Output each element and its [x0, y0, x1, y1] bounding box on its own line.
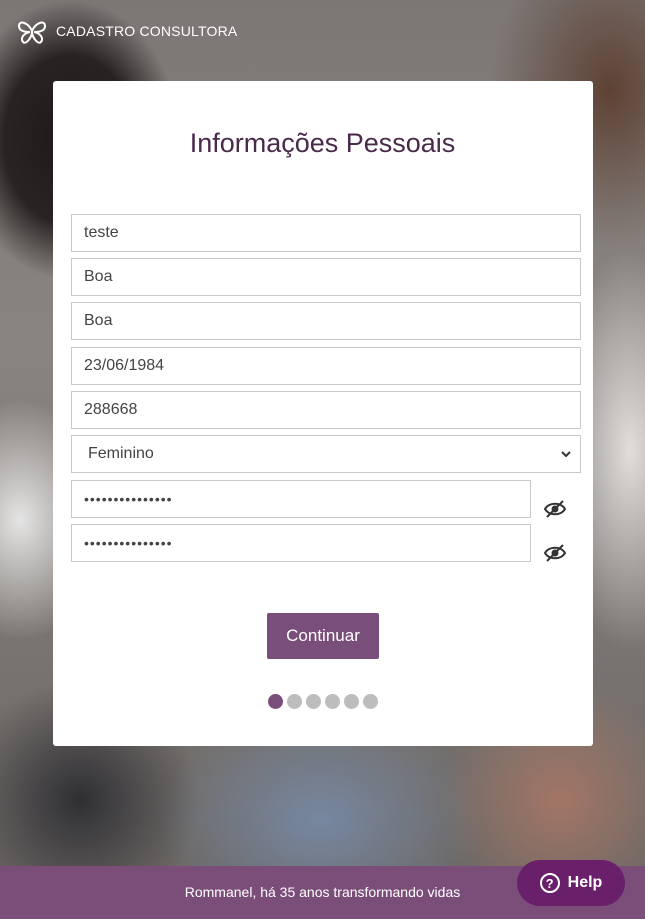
password-input[interactable]: ••••••••••••••• [71, 480, 531, 518]
last-name-input[interactable]: Boa [71, 302, 581, 340]
middle-name-input[interactable]: Boa [71, 258, 581, 296]
step-dot [306, 694, 321, 709]
help-button[interactable]: ? Help [517, 860, 625, 906]
question-icon: ? [539, 873, 560, 893]
password-confirm-value: ••••••••••••••• [84, 535, 173, 551]
step-dot [268, 694, 283, 709]
password-confirm-input[interactable]: ••••••••••••••• [71, 524, 531, 562]
birthdate-value: 23/06/1984 [84, 357, 165, 374]
brand-title: CADASTRO CONSULTORA [56, 23, 238, 39]
eye-slash-icon[interactable] [543, 543, 567, 563]
eye-slash-icon[interactable] [543, 499, 567, 519]
step-dot [287, 694, 302, 709]
step-dot [325, 694, 340, 709]
butterfly-logo-icon [17, 21, 47, 44]
gender-selected-value: Feminino [88, 445, 154, 462]
birthdate-input[interactable]: 23/06/1984 [71, 347, 581, 385]
chevron-down-icon [561, 451, 571, 458]
id-number-value: 288668 [84, 401, 138, 418]
step-indicator [268, 694, 378, 709]
gender-select[interactable]: Feminino [71, 435, 581, 473]
help-label: Help [567, 874, 603, 891]
page-title: Informações Pessoais [189, 128, 456, 158]
password-value: ••••••••••••••• [84, 491, 173, 507]
first-name-input[interactable]: teste [71, 214, 581, 252]
id-number-input[interactable]: 288668 [71, 391, 581, 429]
middle-name-value: Boa [84, 268, 113, 285]
continue-button[interactable]: Continuar [267, 613, 379, 659]
first-name-value: teste [84, 224, 119, 241]
last-name-value: Boa [84, 312, 113, 329]
step-dot [363, 694, 378, 709]
step-dot [344, 694, 359, 709]
header: CADASTRO CONSULTORA [16, 16, 237, 46]
